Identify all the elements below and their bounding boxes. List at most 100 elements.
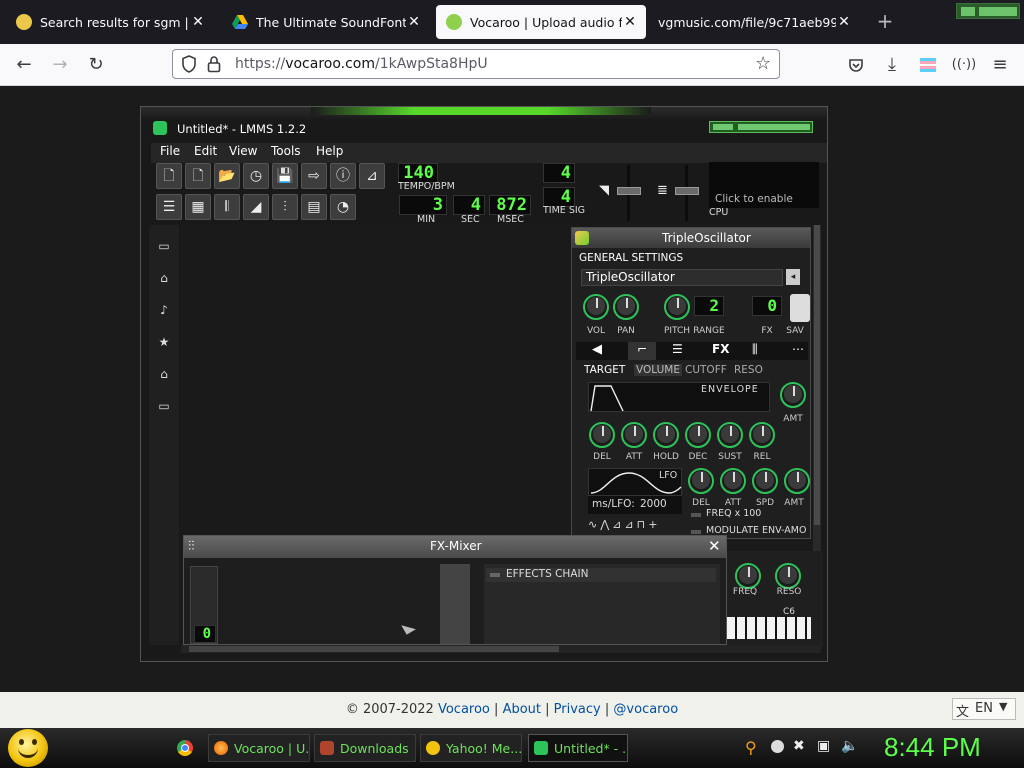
save-icon[interactable]: 💾 bbox=[272, 163, 298, 189]
footer-link-vocaroo[interactable]: Vocaroo bbox=[438, 702, 490, 717]
tab-plugin-icon[interactable]: ◀ bbox=[592, 342, 602, 357]
task-lmms[interactable]: Untitled* - ... bbox=[528, 734, 628, 762]
menu-help[interactable]: Help bbox=[316, 144, 343, 158]
new-from-template-icon[interactable]: 🗋 bbox=[185, 163, 211, 189]
automation-editor-icon[interactable]: ◢ bbox=[243, 194, 269, 220]
workspace-hscrollbar[interactable] bbox=[181, 645, 821, 653]
footer-link-twitter[interactable]: @vocaroo bbox=[613, 702, 678, 717]
start-menu-smiley-icon[interactable] bbox=[8, 729, 48, 767]
url-bar[interactable]: https://vocaroo.com/1kAwpSta8HpU ☆ bbox=[172, 49, 780, 79]
menu-edit[interactable]: Edit bbox=[194, 144, 217, 158]
task-yahoo-messenger[interactable]: Yahoo! Me... bbox=[420, 734, 522, 762]
footer-link-about[interactable]: About bbox=[503, 702, 541, 717]
master-pitch-slider[interactable] bbox=[675, 187, 699, 195]
tab-more-icon[interactable]: ⋯ bbox=[792, 342, 804, 356]
tab-fx[interactable]: FX bbox=[712, 342, 729, 356]
lock-icon[interactable] bbox=[207, 55, 221, 73]
instrument-name-field[interactable]: TripleOscillator bbox=[581, 269, 783, 286]
close-icon[interactable]: ✕ bbox=[622, 14, 638, 30]
volume-icon[interactable]: 🔈 bbox=[841, 738, 858, 754]
computer-icon[interactable]: ▭ bbox=[156, 399, 172, 415]
freq-x100-led[interactable] bbox=[691, 513, 701, 517]
menu-view[interactable]: View bbox=[229, 144, 257, 158]
shield-icon[interactable] bbox=[181, 55, 197, 73]
open-project-icon[interactable]: 📂 bbox=[214, 163, 240, 189]
new-project-icon[interactable]: 🗋 bbox=[156, 163, 182, 189]
menu-file[interactable]: File bbox=[160, 144, 180, 158]
display-icon[interactable]: ▣ bbox=[817, 738, 830, 754]
task-downloads[interactable]: Downloads bbox=[314, 734, 416, 762]
tab-vgmusic[interactable]: vgmusic.com/file/9c71aeb99e9b4 ✕ bbox=[650, 5, 860, 39]
lfo-spd-knob[interactable] bbox=[752, 468, 778, 494]
env-sust-knob[interactable] bbox=[717, 422, 743, 448]
pocket-icon[interactable] bbox=[842, 52, 870, 78]
freq-knob[interactable] bbox=[735, 563, 761, 589]
extension-icon[interactable]: ((·)) bbox=[950, 52, 978, 78]
target-cutoff[interactable]: CUTOFF bbox=[685, 364, 727, 376]
profile-flag-icon[interactable] bbox=[914, 52, 942, 78]
project-notes-icon[interactable]: ▤ bbox=[301, 194, 327, 220]
recent-projects-icon[interactable]: ◷ bbox=[243, 163, 269, 189]
master-volume-slider[interactable] bbox=[617, 187, 641, 195]
menu-tools[interactable]: Tools bbox=[271, 144, 301, 158]
menu-icon[interactable]: ≡ bbox=[986, 52, 1014, 78]
tab-envelope-icon[interactable]: ⌐ bbox=[628, 342, 656, 360]
lfo-att-knob[interactable] bbox=[720, 468, 746, 494]
close-icon[interactable]: ✕ bbox=[708, 537, 721, 555]
song-editor-icon[interactable]: ☰ bbox=[156, 194, 182, 220]
tempo-display[interactable]: 140 bbox=[398, 163, 438, 183]
pan-knob[interactable] bbox=[613, 294, 639, 320]
reso-knob[interactable] bbox=[775, 563, 801, 589]
window-controls[interactable] bbox=[956, 3, 1020, 19]
cpu-meter[interactable]: Click to enable bbox=[709, 162, 819, 208]
projects-icon[interactable]: ⌂ bbox=[156, 271, 172, 287]
target-reso[interactable]: RESO bbox=[734, 364, 763, 376]
modulate-env-led[interactable] bbox=[691, 530, 701, 534]
env-del-knob[interactable] bbox=[589, 422, 615, 448]
presets-icon[interactable]: ★ bbox=[156, 335, 172, 351]
effects-chain-led[interactable] bbox=[490, 573, 500, 577]
language-select[interactable]: 文 EN ▼ bbox=[952, 698, 1016, 720]
info-icon[interactable]: ⓘ bbox=[330, 163, 356, 189]
controller-rack-icon[interactable]: ◔ bbox=[330, 194, 356, 220]
lmms-window-controls[interactable] bbox=[709, 121, 813, 133]
tab-soundfont-pack[interactable]: The Ultimate SoundFont Pack ✕ bbox=[222, 5, 430, 39]
beat-bassline-icon[interactable]: ▦ bbox=[185, 194, 211, 220]
search-icon[interactable]: ⚲ bbox=[745, 738, 757, 757]
target-volume[interactable]: VOLUME bbox=[634, 364, 682, 376]
piano-keys[interactable] bbox=[727, 617, 811, 639]
samples-icon[interactable]: ♪ bbox=[156, 303, 172, 319]
timesig-denominator[interactable]: 4 bbox=[543, 187, 575, 207]
home-icon[interactable]: ⌂ bbox=[156, 367, 172, 383]
close-icon[interactable]: ✕ bbox=[190, 14, 206, 30]
vol-knob[interactable] bbox=[583, 294, 609, 320]
export-icon[interactable]: ⇨ bbox=[301, 163, 327, 189]
range-display[interactable]: 2 bbox=[694, 296, 724, 316]
metronome-icon[interactable]: ⊿ bbox=[359, 163, 385, 189]
env-hold-knob[interactable] bbox=[653, 422, 679, 448]
url-text[interactable]: https://vocaroo.com/1kAwpSta8HpU bbox=[235, 56, 488, 72]
footer-link-privacy[interactable]: Privacy bbox=[554, 702, 601, 717]
env-amt-knob[interactable] bbox=[780, 382, 806, 408]
network-blocked-icon[interactable]: ✖ bbox=[793, 738, 805, 754]
tab-arpeggio-icon[interactable]: ☰ bbox=[672, 342, 683, 356]
task-vocaroo[interactable]: Vocaroo | U... bbox=[208, 734, 310, 762]
close-icon[interactable]: ✕ bbox=[406, 14, 422, 30]
timesig-numerator[interactable]: 4 bbox=[543, 163, 575, 183]
pitch-knob[interactable] bbox=[664, 294, 690, 320]
piano-roll-icon[interactable]: 𝄃 bbox=[214, 194, 240, 220]
ms-lfo-field[interactable]: ms/LFO: 2000 bbox=[588, 496, 682, 514]
lfo-amt-knob[interactable] bbox=[784, 468, 810, 494]
clock[interactable]: 8:44 PM bbox=[884, 732, 981, 763]
close-icon[interactable]: ✕ bbox=[836, 14, 852, 30]
tab-search-results[interactable]: Search results for sgm | Music ✕ bbox=[6, 5, 214, 39]
instrument-menu-button[interactable]: ◂ bbox=[786, 269, 800, 285]
back-icon[interactable]: ← bbox=[10, 52, 38, 78]
forward-icon[interactable]: → bbox=[46, 52, 74, 78]
master-channel[interactable]: 0 bbox=[190, 566, 218, 644]
env-dec-knob[interactable] bbox=[685, 422, 711, 448]
mixer-scrollbar[interactable] bbox=[440, 564, 470, 644]
lfo-shape-buttons[interactable]: ∿⋀⊿⊿⊓+ bbox=[588, 518, 682, 532]
save-preset-icon[interactable] bbox=[790, 294, 810, 322]
fx-channel-display[interactable]: 0 bbox=[752, 296, 782, 316]
